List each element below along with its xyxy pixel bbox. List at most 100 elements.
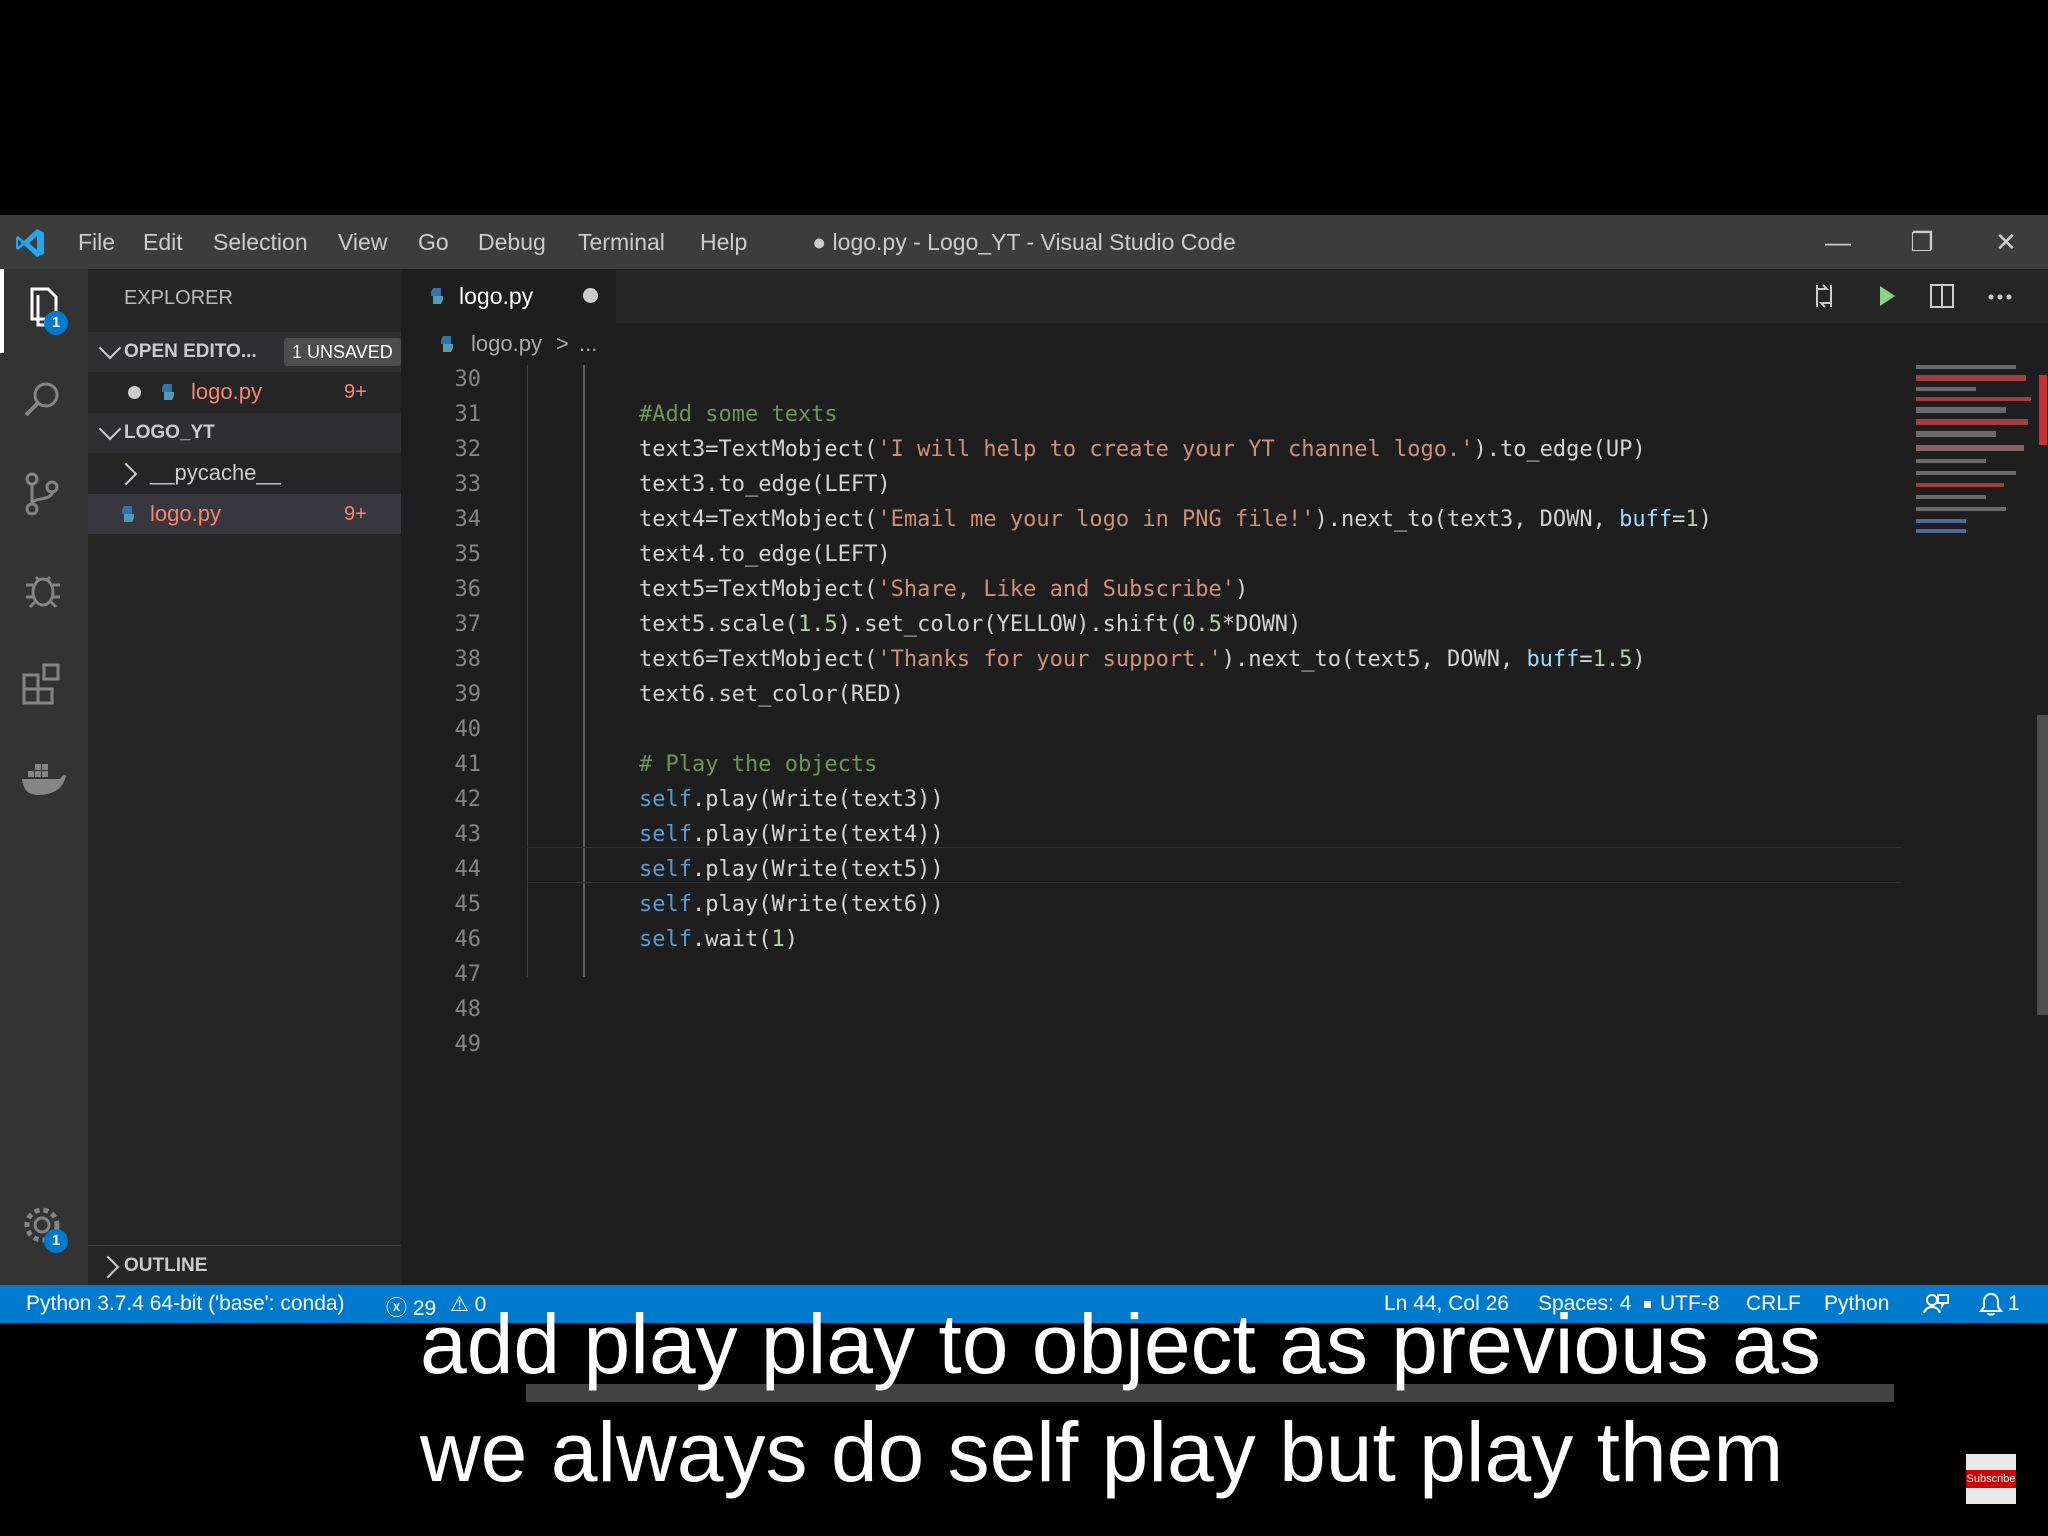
line-number: 44 xyxy=(454,857,482,882)
settings-button[interactable]: 1 xyxy=(18,1201,68,1253)
docker-whale-icon xyxy=(22,764,66,795)
code-line[interactable]: text3=TextMobject('I will help to create… xyxy=(639,437,1646,462)
python-file-icon xyxy=(431,288,443,304)
bug-icon xyxy=(26,575,60,609)
line-number: 49 xyxy=(454,1032,482,1057)
code-line[interactable]: self.play(Write(text5)) xyxy=(639,857,944,882)
outline-section[interactable]: OUTLINE xyxy=(88,1245,401,1286)
code-line[interactable]: #Add some texts xyxy=(639,402,838,427)
breadcrumb: logo.py > ... xyxy=(401,323,2048,365)
code-line[interactable]: self.play(Write(text3)) xyxy=(639,787,944,812)
editor-tabs: logo.py xyxy=(401,269,2048,323)
folder-name: __pycache__ xyxy=(150,460,281,485)
window-title: ● logo.py - Logo_YT - Visual Studio Code xyxy=(812,229,1236,255)
line-number: 42 xyxy=(454,787,482,812)
tree-item-logo-py[interactable]: logo.py 9+ xyxy=(88,494,401,534)
indent-guide-active xyxy=(583,365,585,977)
extensions-button[interactable] xyxy=(18,659,68,709)
code-line[interactable]: text5.scale(1.5).set_color(YELLOW).shift… xyxy=(639,612,1301,637)
code-line[interactable]: text4=TextMobject('Email me your logo in… xyxy=(639,507,1712,532)
code-line[interactable]: text3.to_edge(LEFT) xyxy=(639,472,891,497)
project-label: LOGO_YT xyxy=(124,422,215,443)
unsaved-dot-icon[interactable] xyxy=(583,288,598,303)
settings-badge: 1 xyxy=(44,1229,68,1253)
explorer-sidebar: EXPLORER OPEN EDITO... 1 UNSAVED logo.py… xyxy=(88,269,401,1285)
python-file-icon xyxy=(441,336,453,352)
run-icon[interactable] xyxy=(1871,281,1901,311)
line-number: 46 xyxy=(454,927,482,952)
line-number: 40 xyxy=(454,717,482,742)
explorer-button[interactable]: 1 xyxy=(18,283,68,335)
tree-item-pycache[interactable]: __pycache__ xyxy=(88,453,401,493)
line-number: 41 xyxy=(454,752,482,777)
line-number: 43 xyxy=(454,822,482,847)
caption-line-2: we always do self play but play them xyxy=(420,1405,1784,1499)
code-line[interactable]: text6.set_color(RED) xyxy=(639,682,904,707)
explorer-badge: 1 xyxy=(44,311,68,335)
python-interpreter[interactable]: Python 3.7.4 64-bit ('base': conda) xyxy=(26,1292,345,1316)
breadcrumb-file[interactable]: logo.py xyxy=(471,331,542,357)
chevron-down-icon xyxy=(98,417,122,441)
more-actions-icon[interactable] xyxy=(1985,281,2015,311)
explorer-header: EXPLORER xyxy=(124,287,233,309)
code-line[interactable]: text4.to_edge(LEFT) xyxy=(639,542,891,567)
activity-bar: 1 1 xyxy=(0,269,88,1285)
vertical-scrollbar[interactable] xyxy=(2037,715,2048,1015)
line-number: 47 xyxy=(454,962,482,987)
line-number: 35 xyxy=(454,542,482,567)
minimap[interactable] xyxy=(1906,365,2048,1285)
problems-count: 9+ xyxy=(344,381,367,403)
caption-line-1: add play play to object as previous as xyxy=(420,1297,1821,1391)
line-number: 30 xyxy=(454,367,482,392)
tab-logo-py[interactable]: logo.py xyxy=(401,269,616,323)
problems-count: 9+ xyxy=(344,503,367,525)
python-file-icon xyxy=(162,384,174,400)
line-number: 48 xyxy=(454,997,482,1022)
code-line[interactable]: self.play(Write(text4)) xyxy=(639,822,944,847)
chevron-right-icon xyxy=(96,1255,120,1279)
line-number: 31 xyxy=(454,402,482,427)
project-section[interactable]: LOGO_YT xyxy=(88,413,401,453)
minimize-button[interactable]: — xyxy=(1808,221,1868,263)
line-number: 38 xyxy=(454,647,482,672)
line-number: 33 xyxy=(454,472,482,497)
line-number: 34 xyxy=(454,507,482,532)
source-control-icon xyxy=(25,472,59,516)
unsaved-badge: 1 UNSAVED xyxy=(284,338,401,366)
breadcrumb-symbol[interactable]: ... xyxy=(579,331,597,357)
source-control-button[interactable] xyxy=(18,469,68,519)
subscribe-watermark[interactable]: Subscribe xyxy=(1966,1454,2016,1504)
file-name: logo.py xyxy=(150,501,221,526)
line-number: 37 xyxy=(454,612,482,637)
code-editor[interactable]: 30 31 #Add some texts 32 text3=TextMobject('… xyxy=(401,365,2048,1402)
debug-button[interactable] xyxy=(18,565,68,615)
restore-button[interactable]: ❐ xyxy=(1892,221,1952,263)
open-editor-item[interactable]: logo.py 9+ xyxy=(88,372,401,412)
title-bar: File Edit Selection View Go Debug Termin… xyxy=(0,215,2048,269)
video-caption: add play play to object as previous as w… xyxy=(420,1290,2020,1506)
subscribe-label: Subscribe xyxy=(1966,1470,2016,1488)
tab-label: logo.py xyxy=(459,283,534,309)
code-line[interactable]: # Play the objects xyxy=(639,752,877,777)
line-number: 45 xyxy=(454,892,482,917)
extensions-icon xyxy=(22,663,60,705)
active-indicator xyxy=(0,269,4,353)
line-number: 39 xyxy=(454,682,482,707)
search-button[interactable] xyxy=(18,375,68,425)
python-file-icon xyxy=(122,506,134,522)
close-button[interactable]: ✕ xyxy=(1976,221,2036,263)
code-line[interactable]: text5=TextMobject('Share, Like and Subsc… xyxy=(639,577,1248,602)
minimize-icon: — xyxy=(1825,227,1851,257)
open-editors-section[interactable]: OPEN EDITO... 1 UNSAVED xyxy=(88,332,401,372)
compare-changes-icon[interactable] xyxy=(1809,281,1839,311)
split-editor-icon[interactable] xyxy=(1927,281,1957,311)
line-number: 32 xyxy=(454,437,482,462)
docker-button[interactable] xyxy=(18,755,68,805)
chevron-right-icon xyxy=(114,462,138,486)
open-editors-label: OPEN EDITO... xyxy=(124,341,257,362)
breadcrumb-separator: > xyxy=(556,331,569,356)
code-line[interactable]: self.wait(1) xyxy=(639,927,798,952)
code-line[interactable]: self.play(Write(text6)) xyxy=(639,892,944,917)
code-line[interactable]: text6=TextMobject('Thanks for your suppo… xyxy=(639,647,1646,672)
indent-guide xyxy=(527,365,528,977)
